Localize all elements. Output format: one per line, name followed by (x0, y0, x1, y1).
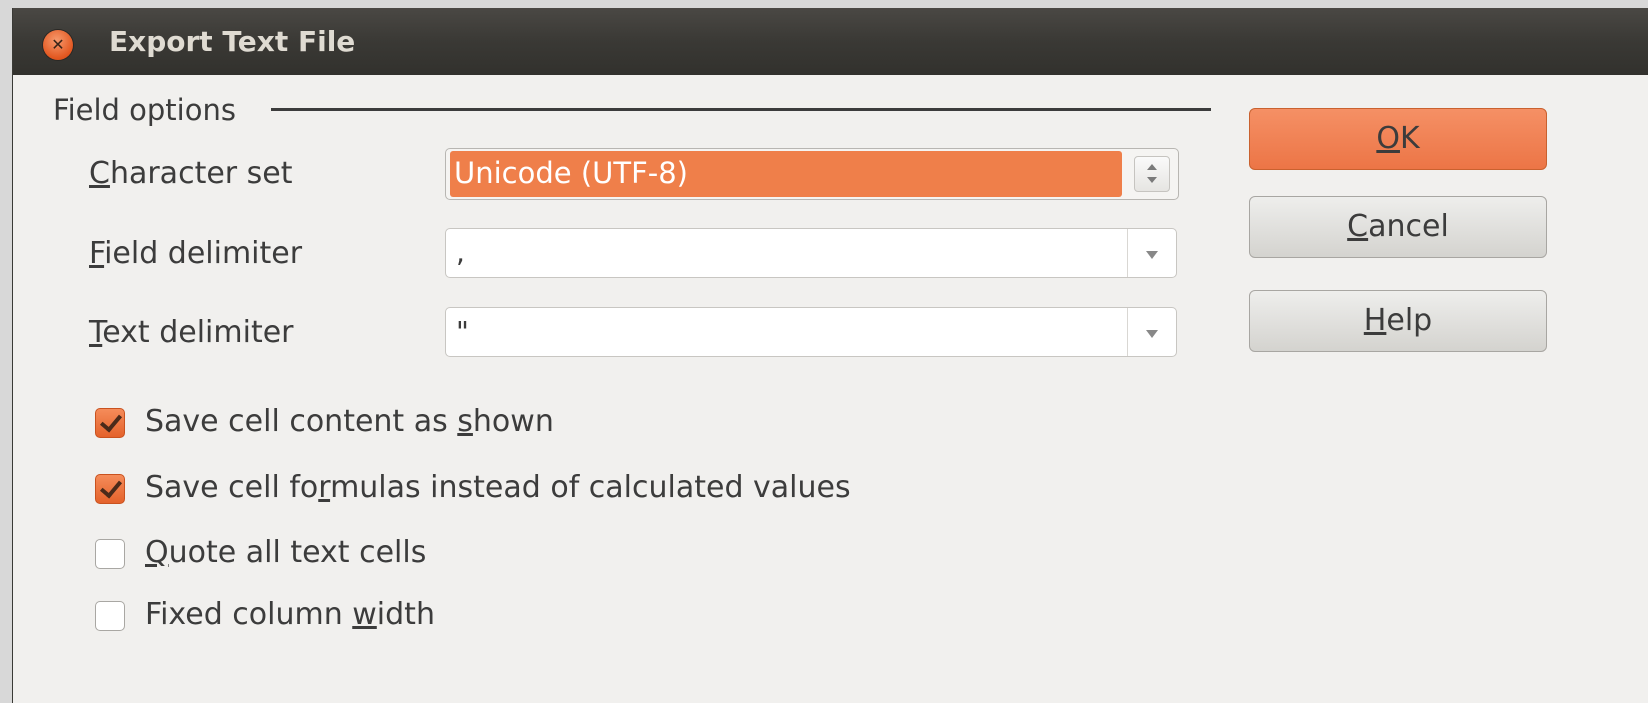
save-cell-formulas-checkbox[interactable] (95, 474, 125, 504)
quote-all-text-cells-label[interactable]: Quote all text cells (145, 533, 426, 573)
dialog-title: Export Text File (109, 25, 356, 58)
character-set-selected-option[interactable]: Unicode (UTF-8) (450, 151, 1122, 197)
text-delimiter-value[interactable]: " (456, 312, 469, 352)
quote-all-text-cells-checkbox[interactable] (95, 539, 125, 569)
text-delimiter-dropdown-button[interactable] (1127, 308, 1176, 356)
section-title-field-options: Field options (53, 93, 236, 127)
field-delimiter-label: Field delimiter (89, 236, 303, 271)
chevron-down-icon (1146, 251, 1158, 259)
export-text-file-dialog: ✕ Export Text File Field options Charact… (12, 8, 1648, 703)
save-cell-content-as-shown-label[interactable]: Save cell content as shown (145, 402, 554, 442)
spin-up-icon[interactable] (1147, 164, 1157, 170)
spin-down-icon[interactable] (1147, 177, 1157, 183)
save-cell-formulas-label[interactable]: Save cell formulas instead of calculated… (145, 468, 851, 508)
character-set-spinner[interactable] (1134, 156, 1170, 192)
checkmark-icon (99, 475, 123, 499)
field-delimiter-value[interactable]: , (456, 233, 465, 273)
fixed-column-width-label[interactable]: Fixed column width (145, 595, 435, 635)
ok-button[interactable]: OK (1249, 108, 1547, 170)
text-delimiter-combobox[interactable]: " (445, 307, 1177, 357)
save-cell-content-as-shown-checkbox[interactable] (95, 408, 125, 438)
checkmark-icon (99, 409, 123, 433)
close-icon[interactable]: ✕ (43, 30, 73, 60)
character-set-label: Character set (89, 156, 293, 191)
text-delimiter-label: Text delimiter (89, 315, 294, 350)
field-delimiter-combobox[interactable]: , (445, 228, 1177, 278)
field-delimiter-dropdown-button[interactable] (1127, 229, 1176, 277)
section-divider (271, 108, 1211, 111)
chevron-down-icon (1146, 330, 1158, 338)
title-bar[interactable]: ✕ Export Text File (13, 8, 1648, 75)
cancel-button[interactable]: Cancel (1249, 196, 1547, 258)
help-button[interactable]: Help (1249, 290, 1547, 352)
character-set-select[interactable]: Unicode (UTF-8) (445, 148, 1179, 200)
fixed-column-width-checkbox[interactable] (95, 601, 125, 631)
character-set-value: Unicode (UTF-8) (454, 156, 688, 190)
